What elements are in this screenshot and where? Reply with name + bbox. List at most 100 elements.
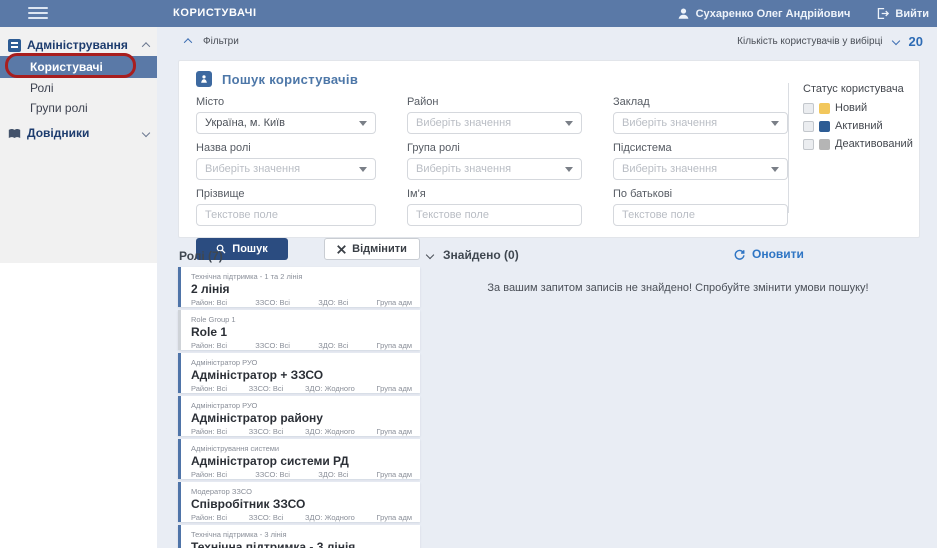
- logout-button[interactable]: Вийти: [876, 7, 929, 20]
- search-form: Пошук користувачів Місто Україна, м. Киї…: [196, 71, 788, 227]
- search-form-grid: Місто Україна, м. Київ Район Виберіть зн…: [196, 96, 788, 226]
- chevron-down-icon[interactable]: [142, 129, 150, 137]
- role-name: Адміністратор системи РД: [191, 454, 412, 468]
- status-option-label: Активний: [835, 120, 883, 132]
- role-name: Співробітник ЗЗСО: [191, 497, 412, 511]
- meta-zdo: ЗДО: Всі: [318, 298, 348, 307]
- institution-select-placeholder: Виберіть значення: [622, 117, 771, 129]
- subsystem-select[interactable]: Виберіть значення: [613, 158, 788, 180]
- field-label: Назва ролі: [196, 142, 376, 154]
- current-user-button[interactable]: Сухаренко Олег Андрійович: [677, 7, 851, 20]
- app-window: КОРИСТУВАЧІ Сухаренко Олег Андрійович Ви…: [0, 0, 937, 548]
- district-select[interactable]: Виберіть значення: [407, 112, 582, 134]
- city-select[interactable]: Україна, м. Київ: [196, 112, 376, 134]
- first-name-input[interactable]: [416, 209, 573, 221]
- field-first-name: Ім'я: [407, 188, 582, 226]
- filters-label: Фільтри: [203, 36, 239, 47]
- logout-icon: [876, 7, 889, 20]
- subsystem-select-placeholder: Виберіть значення: [622, 163, 771, 175]
- role-group-label: Модератор ЗЗСО: [191, 487, 412, 496]
- sidebar-section-dictionaries[interactable]: Довідники: [0, 122, 157, 144]
- user-search-icon: [196, 71, 212, 87]
- meta-group: Група адм: [376, 384, 412, 393]
- chevron-up-icon[interactable]: [142, 42, 150, 50]
- sidebar-item-label: Користувачі: [30, 60, 103, 74]
- field-label: Ім'я: [407, 188, 582, 200]
- meta-zzso: ЗЗСО: Всі: [255, 470, 290, 479]
- meta-zdo: ЗДО: Жодного: [305, 384, 355, 393]
- meta-zdo: ЗДО: Жодного: [305, 427, 355, 436]
- status-option-active[interactable]: Активний: [803, 120, 919, 132]
- status-option-label: Новий: [835, 102, 867, 114]
- role-group-label: Role Group 1: [191, 315, 412, 324]
- role-card[interactable]: Адміністрування системи Адміністратор си…: [178, 439, 420, 479]
- role-card[interactable]: Role Group 1 Role 1 Район: Всі ЗЗСО: Всі…: [178, 310, 420, 350]
- meta-district: Район: Всі: [191, 341, 227, 350]
- chevron-down-icon: [426, 251, 434, 259]
- meta-district: Район: Всі: [191, 384, 227, 393]
- meta-district: Район: Всі: [191, 470, 227, 479]
- meta-group: Група адм: [376, 513, 412, 522]
- field-label: По батькові: [613, 188, 788, 200]
- field-label: Підсистема: [613, 142, 788, 154]
- checkbox[interactable]: [803, 121, 814, 132]
- search-panel-title: Пошук користувачів: [222, 72, 358, 87]
- chevron-down-icon[interactable]: [891, 37, 899, 45]
- sidebar-section-administration[interactable]: Адміністрування: [0, 34, 157, 56]
- role-group-label: Адміністрування системи: [191, 444, 412, 453]
- status-option-new[interactable]: Новий: [803, 102, 919, 114]
- dictionaries-book-icon: [8, 128, 21, 139]
- role-name: Технічна підтримка - 3 лінія: [191, 540, 412, 548]
- role-name: Role 1: [191, 325, 412, 339]
- role-meta: Район: Всі ЗЗСО: Всі ЗДО: Всі Група адм: [191, 341, 412, 350]
- selection-count-label: Кількість користувачів у вибірці: [737, 36, 882, 47]
- meta-zdo: ЗДО: Всі: [318, 341, 348, 350]
- filters-toolbar: Фільтри Кількість користувачів у вибірці…: [157, 27, 937, 55]
- filters-collapse-toggle[interactable]: Фільтри: [185, 36, 239, 47]
- caret-down-icon: [565, 121, 573, 126]
- checkbox[interactable]: [803, 103, 814, 114]
- surname-input-wrap: [196, 204, 376, 226]
- sidebar-item-label: Ролі: [30, 81, 54, 95]
- institution-select[interactable]: Виберіть значення: [613, 112, 788, 134]
- sidebar-item-users[interactable]: Користувачі: [0, 56, 157, 78]
- found-collapse-toggle[interactable]: Знайдено (0): [427, 248, 519, 262]
- field-surname: Прізвище: [196, 188, 376, 226]
- role-meta: Район: Всі ЗЗСО: Всі ЗДО: Всі Група адм: [191, 298, 412, 307]
- field-patronymic: По батькові: [613, 188, 788, 226]
- meta-zzso: ЗЗСО: Всі: [255, 298, 290, 307]
- role-card[interactable]: Технічна підтримка - 3 лінія Технічна пі…: [178, 525, 420, 548]
- meta-zdo: ЗДО: Жодного: [305, 513, 355, 522]
- selection-count-value[interactable]: 20: [909, 34, 923, 49]
- field-subsystem: Підсистема Виберіть значення: [613, 142, 788, 180]
- role-card[interactable]: Адміністратор РУО Адміністратор району Р…: [178, 396, 420, 436]
- hamburger-menu-icon[interactable]: [28, 7, 48, 20]
- role-name: Адміністратор району: [191, 411, 412, 425]
- status-option-deactivated[interactable]: Деактивований: [803, 138, 919, 150]
- status-color-chip: [819, 103, 830, 114]
- surname-input[interactable]: [205, 209, 367, 221]
- caret-down-icon: [771, 167, 779, 172]
- sidebar-item-roles[interactable]: Ролі: [0, 78, 157, 98]
- role-group-select[interactable]: Виберіть значення: [407, 158, 582, 180]
- role-card[interactable]: Технічна підтримка - 1 та 2 лінія 2 ліні…: [178, 267, 420, 307]
- role-card[interactable]: Модератор ЗЗСО Співробітник ЗЗСО Район: …: [178, 482, 420, 522]
- role-meta: Район: Всі ЗЗСО: Всі ЗДО: Жодного Група …: [191, 384, 412, 393]
- role-group-label: Технічна підтримка - 1 та 2 лінія: [191, 272, 412, 281]
- status-filter-title: Статус користувача: [803, 83, 919, 95]
- patronymic-input[interactable]: [622, 209, 779, 221]
- sidebar-item-role-groups[interactable]: Групи ролі: [0, 98, 157, 118]
- meta-group: Група адм: [377, 470, 413, 479]
- field-label: Місто: [196, 96, 376, 108]
- sidebar-section-label: Адміністрування: [27, 38, 143, 52]
- refresh-button[interactable]: Оновити: [733, 247, 804, 261]
- checkbox[interactable]: [803, 139, 814, 150]
- role-name-select[interactable]: Виберіть значення: [196, 158, 376, 180]
- roles-list-title: Ролі (7): [179, 249, 223, 263]
- role-group-label: Адміністратор РУО: [191, 401, 412, 410]
- district-select-placeholder: Виберіть значення: [416, 117, 565, 129]
- cancel-button[interactable]: Відмінити: [324, 238, 420, 260]
- meta-district: Район: Всі: [191, 513, 227, 522]
- role-card[interactable]: Адміністратор РУО Адміністратор + ЗЗСО Р…: [178, 353, 420, 393]
- field-label: Прізвище: [196, 188, 376, 200]
